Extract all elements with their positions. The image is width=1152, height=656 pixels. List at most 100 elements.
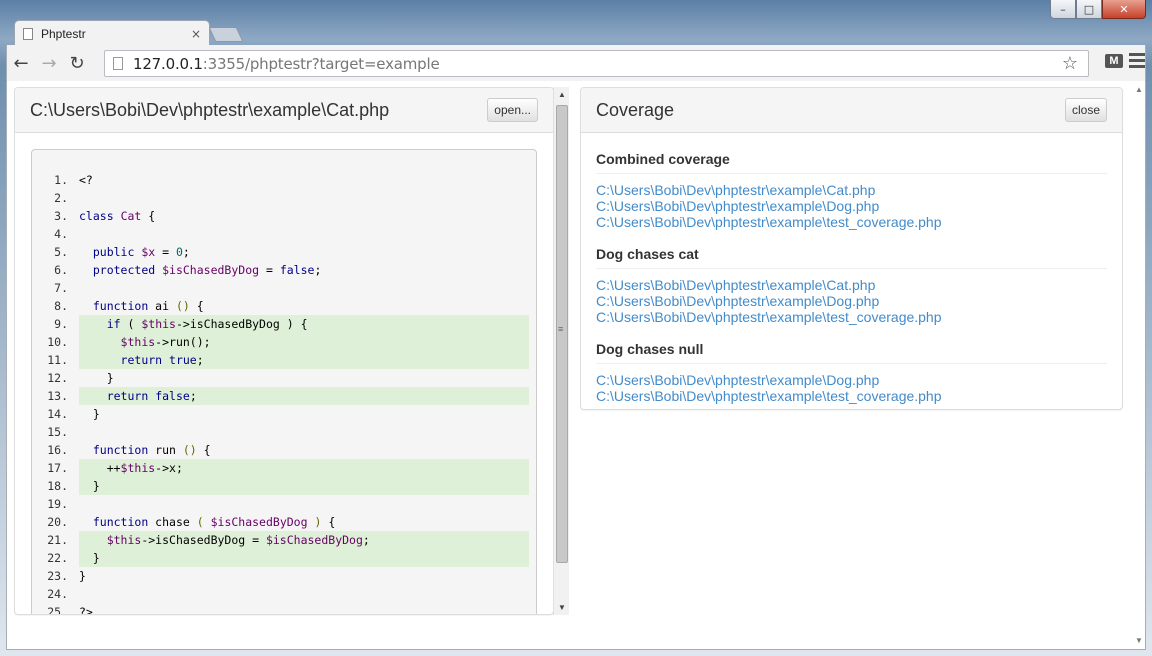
scrollbar-thumb[interactable] [556,105,568,563]
code-line: 9. if ( $this->isChasedByDog ) { [32,315,536,333]
line-number: 25. [47,605,68,615]
code-line: 11. return true; [32,351,536,369]
coverage-group-heading: Combined coverage [596,151,1107,174]
line-number: 6. [54,263,68,277]
coverage-file-link[interactable]: C:\Users\Bobi\Dev\phptestr\example\test_… [596,309,1107,325]
line-number: 9. [54,317,68,331]
coverage-file-link[interactable]: C:\Users\Bobi\Dev\phptestr\example\Cat.p… [596,182,1107,198]
code-text: if ( $this->isChasedByDog ) { [79,315,529,333]
coverage-group-heading: Dog chases null [596,341,1107,364]
forward-icon[interactable]: → [35,49,63,77]
line-number: 12. [47,371,68,385]
coverage-file-link[interactable]: C:\Users\Bobi\Dev\phptestr\example\Cat.p… [596,277,1107,293]
browser-toolbar: ← → ↻ 127.0.0.1:3355/phptestr?target=exa… [6,45,1146,81]
grip-icon: ≡ [558,324,564,334]
code-line: 6. protected $isChasedByDog = false; [32,261,536,279]
code-line: 20. function chase ( $isChasedByDog ) { [32,513,536,531]
coverage-panel: Coverage close Combined coverage C:\Users… [580,87,1123,410]
coverage-file-link[interactable]: C:\Users\Bobi\Dev\phptestr\example\test_… [596,388,1107,404]
line-number: 3. [54,209,68,223]
line-number: 16. [47,443,68,457]
code-text: function ai () { [92,299,204,313]
page-viewport: C:\Users\Bobi\Dev\phptestr\example\Cat.p… [6,81,1146,650]
line-number: 1. [54,173,68,187]
new-tab-button[interactable] [208,27,244,42]
line-number: 13. [47,389,68,403]
code-line: 10. $this->run(); [32,333,536,351]
coverage-file-link[interactable]: C:\Users\Bobi\Dev\phptestr\example\Dog.p… [596,293,1107,309]
code-text: <? [79,173,93,187]
code-text: $this->run(); [79,333,529,351]
back-icon[interactable]: ← [7,49,35,77]
open-button[interactable]: open... [487,98,538,122]
code-line: 23.} [32,567,536,585]
line-number: 18. [47,479,68,493]
code-text: ++$this->x; [79,459,529,477]
code-line: 17. ++$this->x; [32,459,536,477]
url-text[interactable]: 127.0.0.1:3355/phptestr?target=example [133,55,440,73]
coverage-file-link[interactable]: C:\Users\Bobi\Dev\phptestr\example\test_… [596,214,1107,230]
bookmark-star-icon[interactable]: ☆ [1062,53,1078,74]
line-number: 19. [47,497,68,511]
coverage-panel-heading: Coverage close [581,88,1122,133]
line-number: 7. [54,281,68,295]
code-line: 7. [32,279,536,297]
code-line: 4. [32,225,536,243]
code-text: } [79,477,529,495]
code-text: public $x = 0; [92,245,190,259]
line-number: 15. [47,425,68,439]
page-icon [23,28,33,40]
address-bar[interactable]: 127.0.0.1:3355/phptestr?target=example ☆ [104,50,1089,77]
tab-title: Phptestr [41,27,86,41]
reload-icon[interactable]: ↻ [63,49,91,77]
code-line: 25. ?> [32,603,536,615]
close-button[interactable]: close [1064,98,1107,122]
line-number: 24. [47,587,68,601]
code-line: 19. [32,495,536,513]
source-panel-heading: C:\Users\Bobi\Dev\phptestr\example\Cat.p… [15,88,553,133]
gmail-icon[interactable]: M [1105,54,1123,68]
scroll-down-icon[interactable]: ▼ [558,603,566,612]
tab-close-icon[interactable]: × [191,27,201,41]
code-scrollbar[interactable]: ▲ ≡ ▼ [553,87,569,615]
coverage-group: Dog chases cat C:\Users\Bobi\Dev\phptestr… [596,246,1107,325]
page-icon [113,57,123,70]
source-file-title: C:\Users\Bobi\Dev\phptestr\example\Cat.p… [30,99,390,120]
line-number: 22. [47,551,68,565]
coverage-file-link[interactable]: C:\Users\Bobi\Dev\phptestr\example\Dog.p… [596,372,1107,388]
scroll-up-icon[interactable]: ▲ [558,90,566,99]
line-number: 10. [47,335,68,349]
line-number: 17. [47,461,68,475]
code-line: 15. [32,423,536,441]
code-line: 21. $this->isChasedByDog = $isChasedByDo… [32,531,536,549]
line-number: 20. [47,515,68,529]
scroll-up-icon[interactable]: ▲ [1135,85,1143,94]
code-text: ?> [79,605,93,615]
coverage-file-link[interactable]: C:\Users\Bobi\Dev\phptestr\example\Dog.p… [596,198,1107,214]
code-line: 3. class Cat { [32,207,536,225]
code-line: 22. } [32,549,536,567]
code-text: function run () { [92,443,211,457]
browser-tab[interactable]: Phptestr × [14,20,210,47]
menu-icon[interactable] [1129,53,1145,71]
source-panel: C:\Users\Bobi\Dev\phptestr\example\Cat.p… [14,87,554,615]
coverage-group-heading: Dog chases cat [596,246,1107,269]
code-text: return true; [79,351,529,369]
tab-strip: Phptestr × [0,16,1152,47]
scroll-down-icon[interactable]: ▼ [1135,636,1143,645]
code-text: class Cat { [79,209,156,223]
code-line: 12. } [32,369,536,387]
code-text: return false; [79,387,529,405]
code-line: 24. [32,585,536,603]
page-scrollbar[interactable]: ▲ ▼ [1133,81,1145,649]
line-number: 4. [54,227,68,241]
code-viewer: 1. <? 2. 3. class Cat {4. 5. public $x = 0; 6.… [31,149,537,615]
code-line: 2. [32,189,536,207]
coverage-group: Combined coverage C:\Users\Bobi\Dev\phpte… [596,151,1107,230]
code-text: } [79,407,100,421]
